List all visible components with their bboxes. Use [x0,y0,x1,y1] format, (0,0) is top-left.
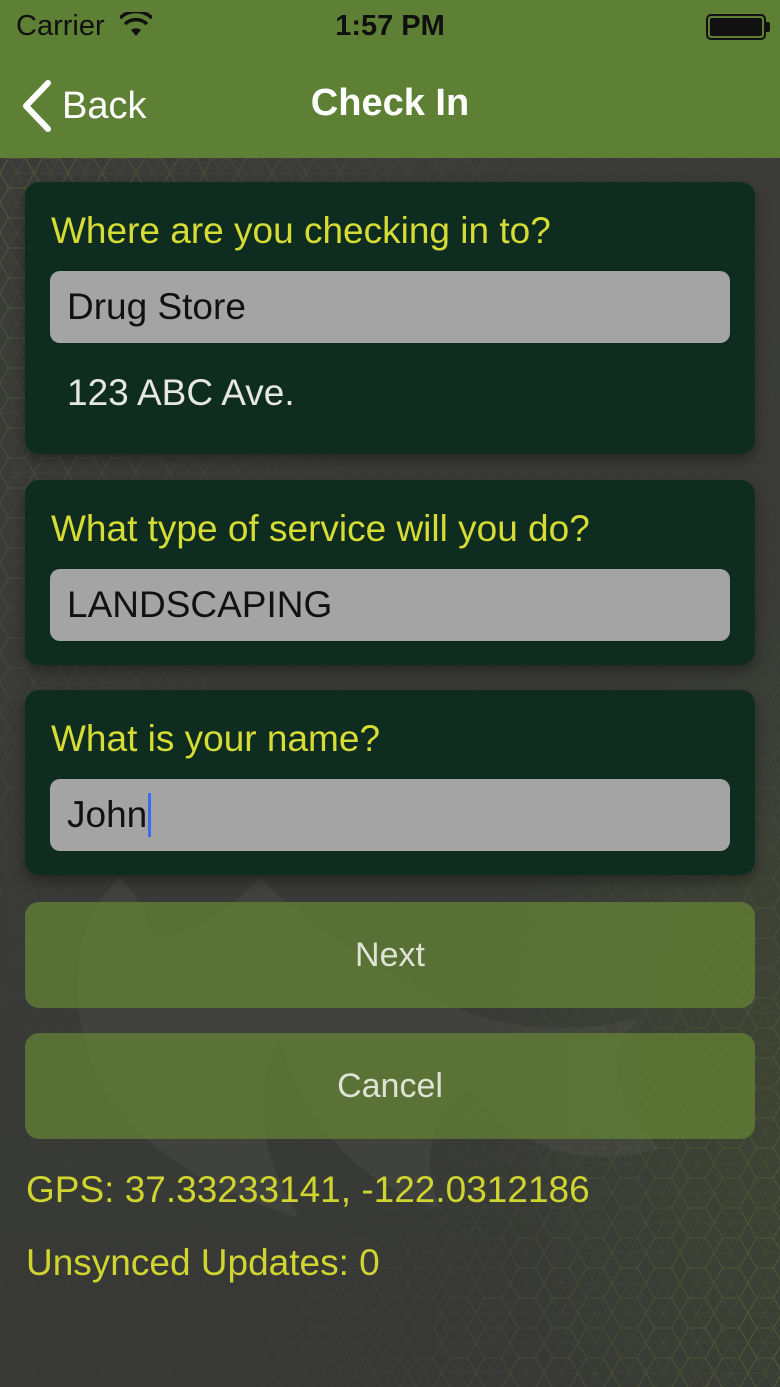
service-type-value: LANDSCAPING [67,584,333,625]
service-type-field[interactable]: LANDSCAPING [50,569,730,641]
clock: 1:57 PM [335,10,445,42]
location-value: Drug Store [67,286,246,327]
name-value: John [67,794,148,835]
name-label: What is your name? [51,718,381,759]
cancel-button[interactable]: Cancel [25,1033,755,1139]
battery-icon [706,14,770,40]
gps-readout: GPS: 37.33233141, -122.0312186 [26,1169,590,1210]
service-type-card: What type of service will you do? LANDSC… [25,480,755,665]
name-input[interactable]: John [50,779,730,851]
checkin-location-label: Where are you checking in to? [51,210,551,251]
text-caret [148,793,152,837]
location-field[interactable]: Drug Store [50,271,730,343]
unsynced-updates: Unsynced Updates: 0 [26,1242,380,1283]
address-text: 123 ABC Ave. [67,372,295,413]
page-title: Check In [310,82,470,124]
checkin-location-card: Where are you checking in to? Drug Store… [25,182,755,454]
name-card: What is your name? John [25,690,755,875]
next-button[interactable]: Next [25,902,755,1008]
status-bar: Carrier 1:57 PM [0,0,780,52]
service-type-label: What type of service will you do? [51,508,590,549]
navigation-bar: Back Check In [0,52,780,158]
